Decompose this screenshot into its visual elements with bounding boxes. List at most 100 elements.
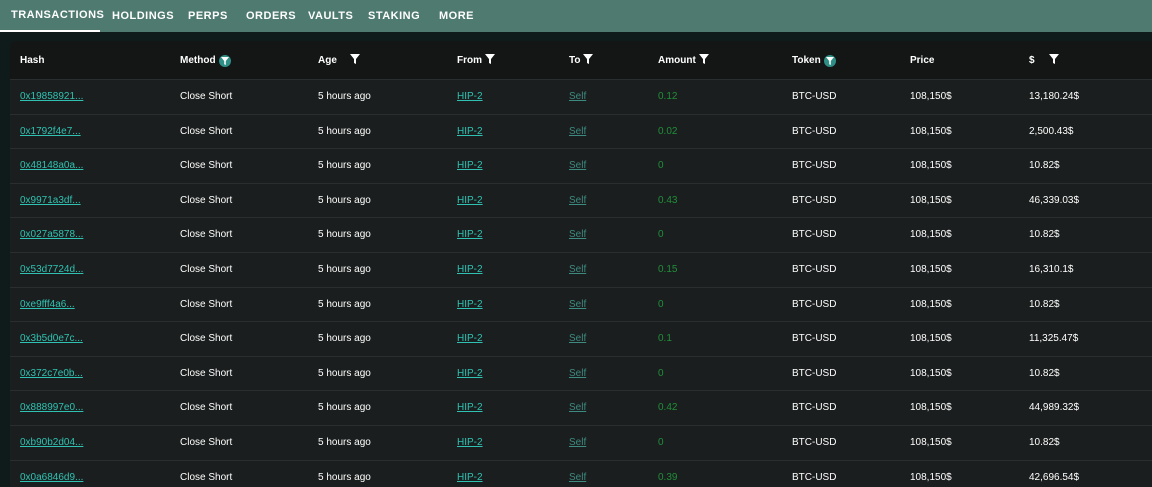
tab-orders[interactable]: ORDERS xyxy=(246,0,296,32)
age-cell: 5 hours ago xyxy=(318,125,371,137)
from-link[interactable]: HIP-2 xyxy=(457,368,483,379)
age-cell-wrapper: 5 hours ago xyxy=(318,391,371,424)
amount-cell-wrapper: 0 xyxy=(658,426,664,459)
usd-value-cell: 42,696.54$ xyxy=(1029,471,1080,483)
table-row: 0x53d7724d... Close Short 5 hours ago HIP-2… xyxy=(10,252,1152,286)
tx-hash-link[interactable]: 0x0a6846d9... xyxy=(20,472,83,483)
price-cell-wrapper: 108,150$ xyxy=(910,184,952,217)
token-cell-wrapper: BTC-USD xyxy=(792,115,836,148)
method-cell-wrapper: Close Short xyxy=(180,391,232,424)
tx-hash-link[interactable]: 0xe9fff4a6... xyxy=(20,299,75,310)
age-cell-wrapper: 5 hours ago xyxy=(318,461,371,487)
column-header-age: Age xyxy=(318,41,360,80)
token-cell-wrapper: BTC-USD xyxy=(792,391,836,424)
filter-icon[interactable] xyxy=(349,54,360,67)
from-link-wrapper: HIP-2 xyxy=(457,391,483,424)
filter-icon[interactable] xyxy=(583,54,594,67)
age-cell-wrapper: 5 hours ago xyxy=(318,80,371,113)
to-link-wrapper: Self xyxy=(569,391,586,424)
from-link-wrapper: HIP-2 xyxy=(457,115,483,148)
column-header-to: To xyxy=(569,41,594,80)
age-cell-wrapper: 5 hours ago xyxy=(318,426,371,459)
to-link[interactable]: Self xyxy=(569,264,586,275)
tab-more[interactable]: MORE xyxy=(439,0,474,32)
table-row: 0x48148a0a... Close Short 5 hours ago HIP-2… xyxy=(10,148,1152,182)
from-link[interactable]: HIP-2 xyxy=(457,333,483,344)
from-link-wrapper: HIP-2 xyxy=(457,426,483,459)
from-link[interactable]: HIP-2 xyxy=(457,299,483,310)
tx-hash-link[interactable]: 0x372c7e0b... xyxy=(20,368,83,379)
to-link[interactable]: Self xyxy=(569,299,586,310)
method-cell: Close Short xyxy=(180,298,233,310)
filter-icon[interactable] xyxy=(485,54,495,67)
table-row: 0x888997e0... Close Short 5 hours ago HIP-2… xyxy=(10,390,1152,424)
from-link[interactable]: HIP-2 xyxy=(457,160,483,171)
column-header-label: To xyxy=(569,55,581,66)
tab-perps[interactable]: PERPS xyxy=(188,0,228,32)
amount-cell: 0.42 xyxy=(658,402,678,414)
age-cell-wrapper: 5 hours ago xyxy=(318,288,371,321)
usd-value-cell: 10.82$ xyxy=(1029,160,1060,172)
from-link[interactable]: HIP-2 xyxy=(457,472,483,483)
age-cell: 5 hours ago xyxy=(318,194,371,206)
table-row: 0x9971a3df... Close Short 5 hours ago HIP-2… xyxy=(10,182,1152,217)
table-row: 0x372c7e0b... Close Short 5 hours ago HIP-2… xyxy=(10,355,1152,390)
to-link-wrapper: Self xyxy=(569,184,586,217)
to-link[interactable]: Self xyxy=(569,229,586,240)
tx-hash-link[interactable]: 0x888997e0... xyxy=(20,402,83,413)
from-link[interactable]: HIP-2 xyxy=(457,91,483,102)
token-cell: BTC-USD xyxy=(792,91,837,102)
to-link[interactable]: Self xyxy=(569,333,586,344)
tab-holdings[interactable]: HOLDINGS xyxy=(112,0,174,32)
usd-value-cell-wrapper: 10.82$ xyxy=(1029,218,1060,251)
tx-hash-link[interactable]: 0x53d7724d... xyxy=(20,264,83,275)
tx-hash-link[interactable]: 0x19858921... xyxy=(20,91,83,102)
amount-cell: 0.12 xyxy=(658,91,678,102)
to-link[interactable]: Self xyxy=(569,91,586,102)
from-link[interactable]: HIP-2 xyxy=(457,195,483,206)
tx-hash-link[interactable]: 0xb90b2d04... xyxy=(20,437,83,448)
table-row: 0x1792f4e7... Close Short 5 hours ago HIP-2… xyxy=(10,113,1152,148)
amount-cell: 0 xyxy=(658,437,664,448)
to-link[interactable]: Self xyxy=(569,368,586,379)
tab-vaults[interactable]: VAULTS xyxy=(308,0,353,32)
tx-hash-link[interactable]: 0x48148a0a... xyxy=(20,160,83,171)
filter-icon[interactable] xyxy=(1048,54,1059,67)
method-cell-wrapper: Close Short xyxy=(180,357,232,390)
to-link[interactable]: Self xyxy=(569,195,586,206)
price-cell-wrapper: 108,150$ xyxy=(910,322,952,355)
from-link[interactable]: HIP-2 xyxy=(457,402,483,413)
to-link[interactable]: Self xyxy=(569,402,586,413)
price-cell: 108,150$ xyxy=(910,471,952,483)
from-link[interactable]: HIP-2 xyxy=(457,229,483,240)
usd-value-cell-wrapper: 46,339.03$ xyxy=(1029,184,1079,217)
from-link[interactable]: HIP-2 xyxy=(457,437,483,448)
filter-icon[interactable] xyxy=(218,54,231,67)
method-cell: Close Short xyxy=(180,264,233,275)
to-link[interactable]: Self xyxy=(569,160,586,171)
token-cell-wrapper: BTC-USD xyxy=(792,184,836,217)
to-link-wrapper: Self xyxy=(569,149,586,182)
from-link[interactable]: HIP-2 xyxy=(457,264,483,275)
to-link[interactable]: Self xyxy=(569,472,586,483)
table-row: 0x027a5878... Close Short 5 hours ago HIP-2… xyxy=(10,217,1152,251)
tx-hash-link[interactable]: 0x027a5878... xyxy=(20,229,83,240)
token-cell: BTC-USD xyxy=(792,367,837,379)
table-row: 0x19858921... Close Short 5 hours ago HIP-2… xyxy=(10,79,1152,113)
tab-staking[interactable]: STAKING xyxy=(368,0,420,32)
to-link[interactable]: Self xyxy=(569,126,586,137)
method-cell: Close Short xyxy=(180,333,233,345)
usd-value-cell-wrapper: 10.82$ xyxy=(1029,149,1060,182)
tab-transactions[interactable]: TRANSACTIONS xyxy=(0,0,104,32)
amount-cell: 0 xyxy=(658,229,664,241)
usd-value-cell-wrapper: 2,500.43$ xyxy=(1029,115,1074,148)
filter-icon[interactable] xyxy=(823,54,836,67)
tx-hash-link[interactable]: 0x1792f4e7... xyxy=(20,126,81,137)
price-cell-wrapper: 108,150$ xyxy=(910,357,952,390)
tx-hash-link[interactable]: 0x9971a3df... xyxy=(20,195,81,206)
age-cell: 5 hours ago xyxy=(318,471,371,483)
filter-icon[interactable] xyxy=(698,54,709,67)
tx-hash-link[interactable]: 0x3b5d0e7c... xyxy=(20,333,83,344)
to-link[interactable]: Self xyxy=(569,437,586,448)
from-link[interactable]: HIP-2 xyxy=(457,126,483,137)
